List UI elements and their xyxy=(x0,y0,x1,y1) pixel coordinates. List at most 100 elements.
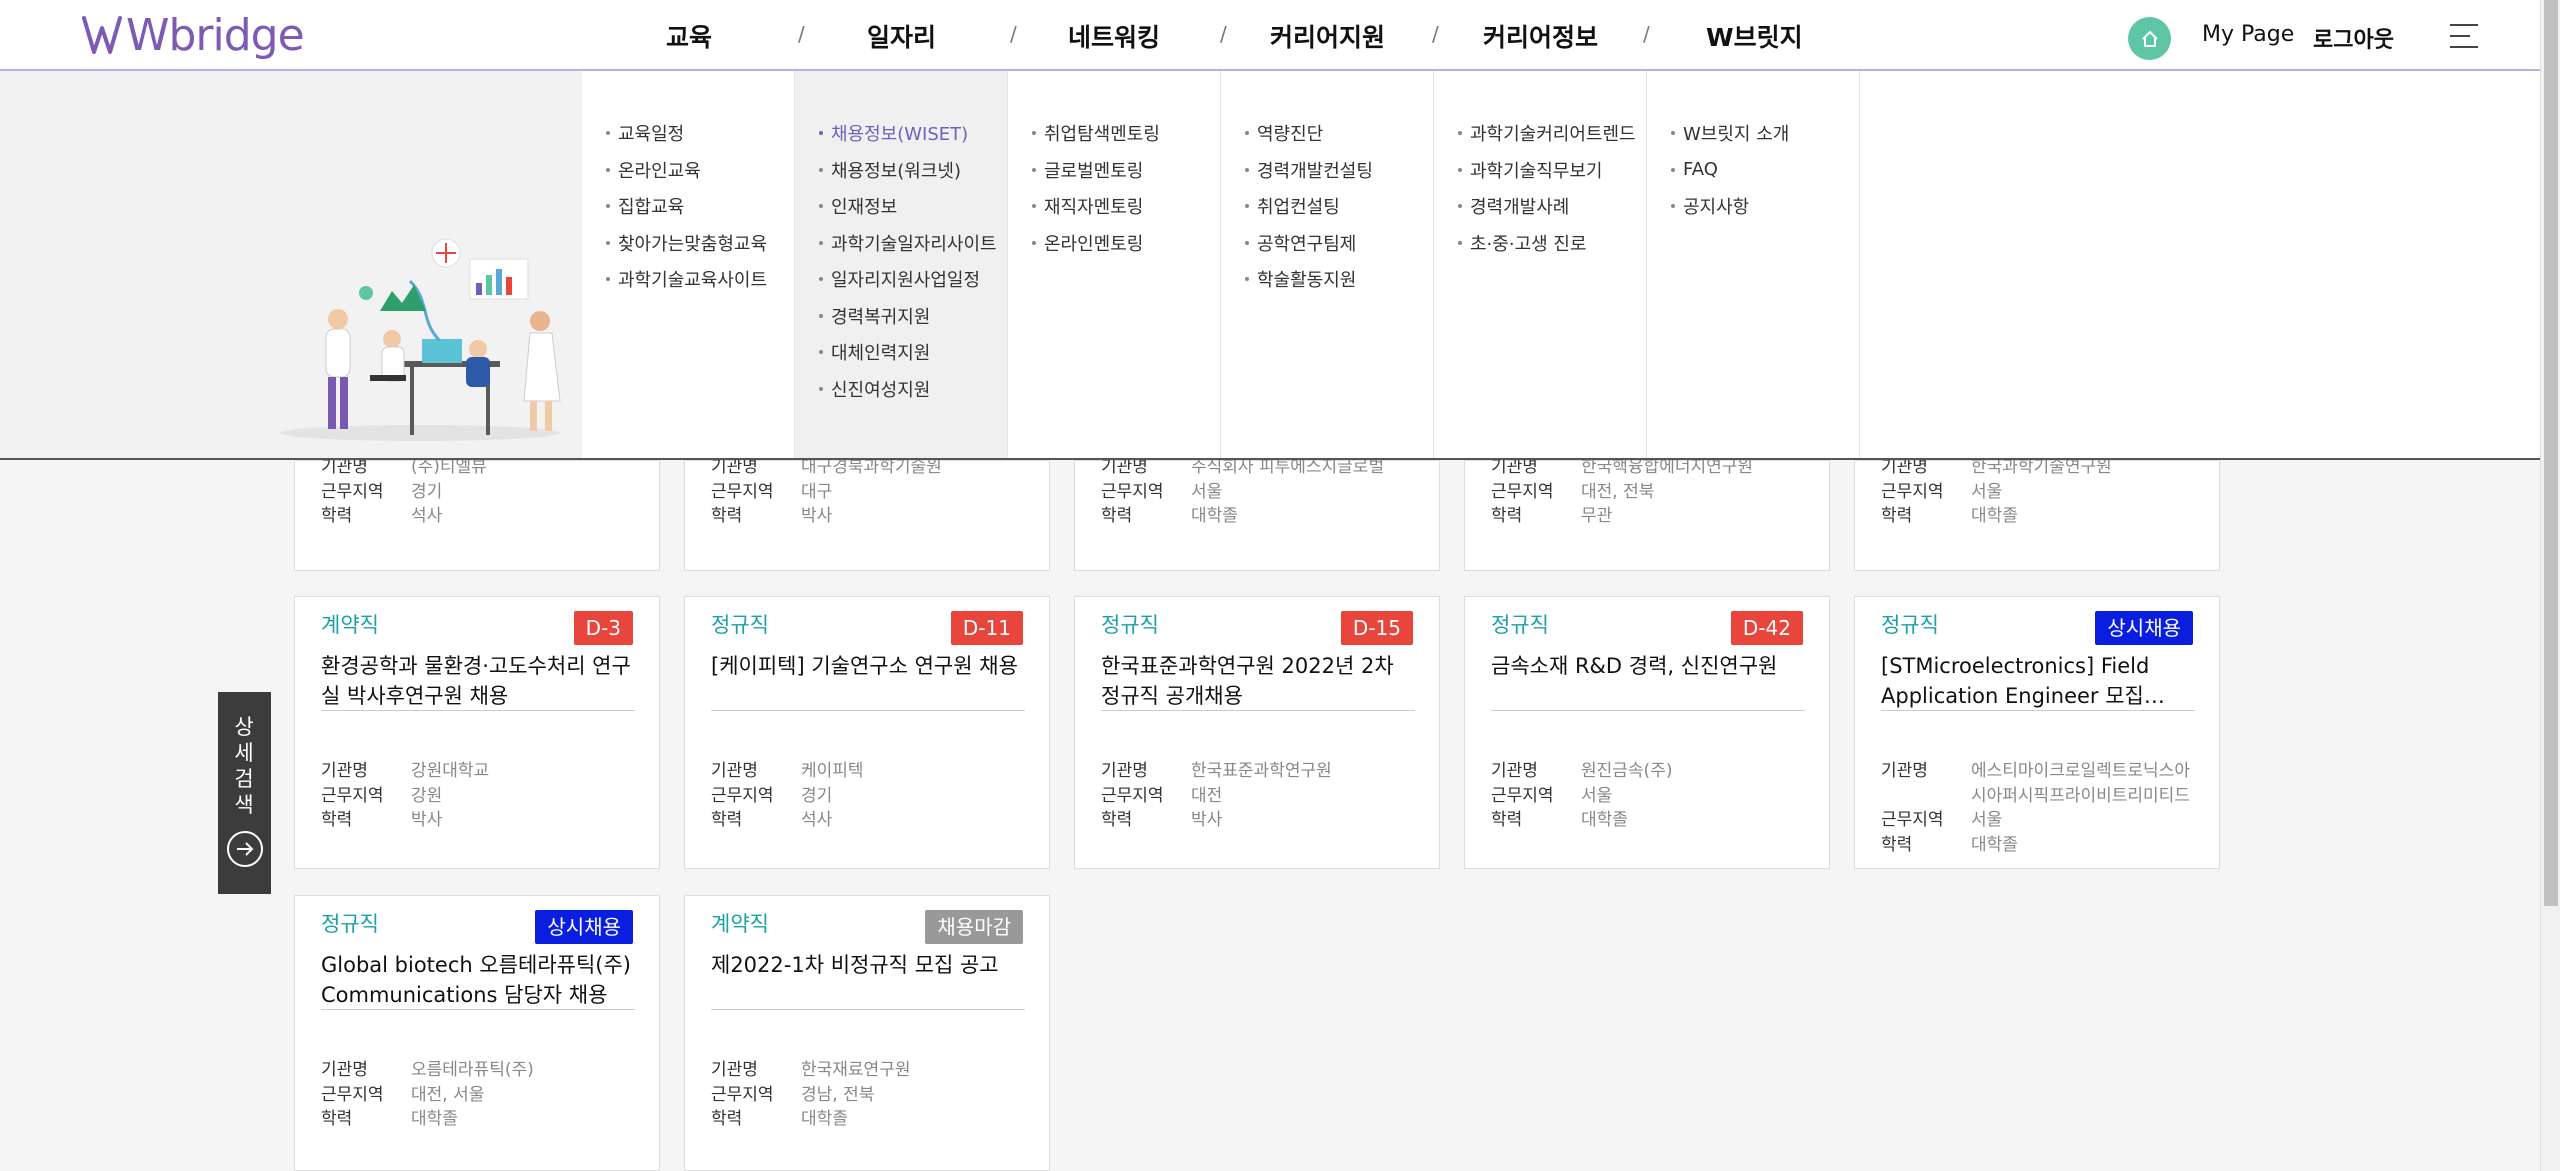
mega-item[interactable]: 과학기술일자리사이트 xyxy=(795,225,1007,262)
employment-type: 정규직 xyxy=(321,912,379,936)
always-hiring-badge: 상시채용 xyxy=(535,910,633,944)
mega-col-career-info: 과학기술커리어트렌드 과학기술직무보기 경력개발사례 초·중·고생 진로 xyxy=(1434,71,1647,458)
nav-separator: / xyxy=(798,22,805,46)
mega-item[interactable]: 초·중·고생 진로 xyxy=(1434,225,1646,262)
mega-col-wbridge: W브릿지 소개 FAQ 공지사항 xyxy=(1647,71,1860,458)
job-card[interactable]: 기관명 한국핵융합에너지연구원 근무지역 대전, 전북 학력 무관 xyxy=(1464,457,1830,571)
mega-item[interactable]: 공학연구팀제 xyxy=(1221,225,1433,262)
job-title[interactable]: 제2022-1차 비정규직 모집 공고 xyxy=(711,950,1025,1010)
job-card[interactable]: 정규직 D-15 한국표준과학연구원 2022년 2차 정규직 공개채용 기관명… xyxy=(1074,596,1440,869)
job-info: 기관명 원진금속(주) 근무지역 서울 학력 대학졸 xyxy=(1491,761,1673,830)
mega-item[interactable]: 대체인력지원 xyxy=(795,334,1007,371)
mega-item[interactable]: 경력개발컨설팅 xyxy=(1221,152,1433,189)
job-title[interactable]: 한국표준과학연구원 2022년 2차 정규직 공개채용 xyxy=(1101,651,1415,711)
scrollbar-thumb[interactable] xyxy=(2544,0,2558,906)
job-title[interactable]: Global biotech 오름테라퓨틱(주) Communications … xyxy=(321,950,635,1010)
mega-item[interactable]: 재직자멘토링 xyxy=(1008,188,1220,225)
detail-search-button[interactable]: 상세검색 xyxy=(218,692,271,894)
nav-separator: / xyxy=(1432,22,1439,46)
mega-item[interactable]: 학술활동지원 xyxy=(1221,261,1433,298)
job-info: 기관명 케이피텍 근무지역 경기 학력 석사 xyxy=(711,761,864,830)
job-info: 기관명 오름테라퓨틱(주) 근무지역 대전, 서울 학력 대학졸 xyxy=(321,1060,534,1129)
nav-career-support[interactable]: 커리어지원 xyxy=(1270,18,1385,54)
deadline-badge: D-42 xyxy=(1730,611,1803,645)
job-info: 기관명 한국재료연구원 근무지역 경남, 전북 학력 대학졸 xyxy=(711,1060,911,1129)
mega-item[interactable]: 신진여성지원 xyxy=(795,371,1007,408)
job-card[interactable]: 정규직 D-42 금속소재 R&D 경력, 신진연구원 기관명 원진금속(주) 근… xyxy=(1464,596,1830,869)
mega-item[interactable]: 역량진단 xyxy=(1221,115,1433,152)
mega-item[interactable]: 채용정보(워크넷) xyxy=(795,152,1007,189)
job-info: 기관명 에스티마이크로일렉트로닉스아시아퍼시픽프라이비트리미티드 근무지역 서울 학… xyxy=(1881,761,2190,855)
logout-link[interactable]: 로그아웃 xyxy=(2313,22,2394,54)
mega-item[interactable]: 과학기술교육사이트 xyxy=(582,261,794,298)
home-icon xyxy=(2141,30,2158,47)
mega-item[interactable]: 교육일정 xyxy=(582,115,794,152)
job-card[interactable]: 기관명 주식회사 피투에스지글로벌 근무지역 서울 학력 대학졸 xyxy=(1074,457,1440,571)
mega-item[interactable]: 인재정보 xyxy=(795,188,1007,225)
nav-education[interactable]: 교육 xyxy=(666,18,712,54)
job-title[interactable]: [케이피텍] 기술연구소 연구원 채용 xyxy=(711,651,1025,711)
mega-col-career-support: 역량진단 경력개발컨설팅 취업컨설팅 공학연구팀제 학술활동지원 xyxy=(1221,71,1434,458)
arrow-right-icon xyxy=(227,831,263,867)
mega-item[interactable]: 과학기술커리어트렌드 xyxy=(1434,115,1646,152)
job-info: 기관명 (주)티엘뷰 근무지역 경기 학력 석사 xyxy=(321,457,487,526)
mega-item[interactable]: 찾아가는맞춤형교육 xyxy=(582,225,794,262)
employment-type: 정규직 xyxy=(1491,613,1549,637)
job-info: 기관명 주식회사 피투에스지글로벌 근무지역 서울 학력 대학졸 xyxy=(1101,457,1385,526)
job-card[interactable]: 정규직 D-11 [케이피텍] 기술연구소 연구원 채용 기관명 케이피텍 근무지… xyxy=(684,596,1050,869)
home-button[interactable] xyxy=(2128,17,2171,60)
detail-search-label: 상세검색 xyxy=(234,715,254,817)
job-info: 기관명 강원대학교 근무지역 강원 학력 박사 xyxy=(321,761,490,830)
nav-separator: / xyxy=(1220,22,1227,46)
mega-item[interactable]: 집합교육 xyxy=(582,188,794,225)
mega-item[interactable]: 온라인멘토링 xyxy=(1008,225,1220,262)
logo-mark-icon xyxy=(82,16,122,54)
job-info: 기관명 한국표준과학연구원 근무지역 대전 학력 박사 xyxy=(1101,761,1332,830)
job-card[interactable]: 정규직 상시채용 [STMicroelectronics] Field Appl… xyxy=(1854,596,2220,869)
job-card[interactable]: 기관명 (주)티엘뷰 근무지역 경기 학력 석사 xyxy=(294,457,660,571)
always-hiring-badge: 상시채용 xyxy=(2095,611,2193,645)
job-title[interactable]: 금속소재 R&D 경력, 신진연구원 xyxy=(1491,651,1805,711)
job-listing-area: 기관명 (주)티엘뷰 근무지역 경기 학력 석사 기관명 대구경북과학기술원 근무지역 대… xyxy=(0,457,2540,1171)
nav-networking[interactable]: 네트워킹 xyxy=(1068,18,1160,54)
job-card[interactable]: 기관명 대구경북과학기술원 근무지역 대구 학력 박사 xyxy=(684,457,1050,571)
mega-item[interactable]: 취업컨설팅 xyxy=(1221,188,1433,225)
mega-item[interactable]: 일자리지원사업일정 xyxy=(795,261,1007,298)
mega-col-networking: 취업탐색멘토링 글로벌멘토링 재직자멘토링 온라인멘토링 xyxy=(1008,71,1221,458)
nav-separator: / xyxy=(1643,22,1650,46)
wbridge-logo[interactable]: Wbridge xyxy=(80,2,305,68)
mega-item[interactable]: W브릿지 소개 xyxy=(1647,115,1859,152)
nav-wbridge[interactable]: W브릿지 xyxy=(1706,18,1803,54)
mega-item-active[interactable]: 채용정보(WISET) xyxy=(795,115,1007,152)
mega-item[interactable]: 경력복귀지원 xyxy=(795,298,1007,335)
employment-type: 정규직 xyxy=(1881,613,1939,637)
mega-item[interactable]: 경력개발사례 xyxy=(1434,188,1646,225)
job-info: 기관명 한국핵융합에너지연구원 근무지역 대전, 전북 학력 무관 xyxy=(1491,457,1754,526)
mega-item[interactable]: 글로벌멘토링 xyxy=(1008,152,1220,189)
job-card[interactable]: 계약직 D-3 환경공학과 물환경·고도수처리 연구실 박사후연구원 채용 기관… xyxy=(294,596,660,869)
job-title[interactable]: [STMicroelectronics] Field Application E… xyxy=(1881,651,2195,711)
mega-item[interactable]: FAQ xyxy=(1647,152,1859,189)
nav-separator: / xyxy=(1010,22,1017,46)
mega-item[interactable]: 공지사항 xyxy=(1647,188,1859,225)
job-card[interactable]: 계약직 채용마감 제2022-1차 비정규직 모집 공고 기관명 한국재료연구원 … xyxy=(684,895,1050,1171)
mega-item[interactable]: 취업탐색멘토링 xyxy=(1008,115,1220,152)
mega-col-education: 교육일정 온라인교육 집합교육 찾아가는맞춤형교육 과학기술교육사이트 xyxy=(582,71,795,458)
mega-item[interactable]: 온라인교육 xyxy=(582,152,794,189)
job-info: 기관명 한국과학기술연구원 근무지역 서울 학력 대학졸 xyxy=(1881,457,2112,526)
job-info: 기관명 대구경북과학기술원 근무지역 대구 학력 박사 xyxy=(711,457,942,526)
employment-type: 정규직 xyxy=(711,613,769,637)
nav-career-info[interactable]: 커리어정보 xyxy=(1483,18,1598,54)
closed-badge: 채용마감 xyxy=(925,910,1023,944)
job-title[interactable]: 환경공학과 물환경·고도수처리 연구실 박사후연구원 채용 xyxy=(321,651,635,711)
job-card[interactable]: 정규직 상시채용 Global biotech 오름테라퓨틱(주) Commun… xyxy=(294,895,660,1171)
page-scrollbar[interactable] xyxy=(2540,0,2560,1171)
mega-menu: 교육일정 온라인교육 집합교육 찾아가는맞춤형교육 과학기술교육사이트 채용정보… xyxy=(0,71,2540,460)
mega-col-jobs: 채용정보(WISET) 채용정보(워크넷) 인재정보 과학기술일자리사이트 일자… xyxy=(795,71,1008,458)
mega-item[interactable]: 과학기술직무보기 xyxy=(1434,152,1646,189)
nav-jobs[interactable]: 일자리 xyxy=(867,18,936,54)
employment-type: 계약직 xyxy=(321,613,379,637)
hamburger-menu-icon[interactable] xyxy=(2450,24,2478,48)
job-card[interactable]: 기관명 한국과학기술연구원 근무지역 서울 학력 대학졸 xyxy=(1854,457,2220,571)
mypage-link[interactable]: My Page xyxy=(2202,22,2294,47)
